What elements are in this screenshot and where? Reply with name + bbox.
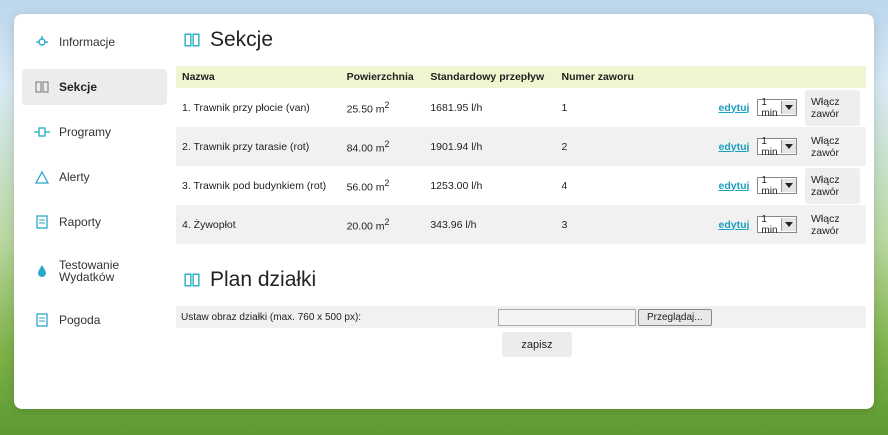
area-value: 20.00 m bbox=[346, 220, 385, 233]
section-name: 4. Żywopłot bbox=[176, 205, 341, 244]
row-actions: edytuj 1 min Włącz zawór bbox=[642, 205, 866, 244]
sidebar-item-raporty[interactable]: Raporty bbox=[22, 204, 167, 240]
duration-value: 1 min bbox=[761, 174, 778, 197]
sidebar-item-alerty[interactable]: Alerty bbox=[22, 159, 167, 195]
valve-on-button[interactable]: Włącz zawór bbox=[804, 89, 860, 126]
sections-icon bbox=[184, 33, 200, 47]
sections-icon bbox=[184, 273, 200, 287]
sidebar-item-sekcje[interactable]: Sekcje bbox=[22, 69, 167, 105]
page-title: Sekcje bbox=[210, 28, 274, 51]
browse-button[interactable]: Przeglądaj... bbox=[638, 308, 712, 326]
weather-icon bbox=[34, 312, 50, 328]
table-header-row: Nazwa Powierzchnia Standardowy przepływ … bbox=[176, 66, 866, 88]
area-unit-sup: 2 bbox=[384, 99, 390, 110]
table-row: 4. Żywopłot 20.00 m2 343.96 l/h 3 edytuj… bbox=[176, 205, 866, 244]
chevron-down-icon bbox=[780, 179, 796, 192]
duration-value: 1 min bbox=[761, 213, 778, 236]
column-header: Standardowy przepływ bbox=[424, 66, 556, 88]
section-name: 3. Trawnik pod budynkiem (rot) bbox=[182, 179, 327, 192]
column-header: Nazwa bbox=[176, 66, 341, 88]
section-area: 20.00 m2 bbox=[340, 205, 425, 244]
table-row: 3. Trawnik pod budynkiem (rot) 56.00 m2 … bbox=[176, 166, 866, 205]
plan-upload-row: Ustaw obraz działki (max. 760 x 500 px):… bbox=[176, 306, 866, 328]
sidebar-item-informacje[interactable]: Informacje bbox=[22, 24, 167, 60]
column-header bbox=[642, 66, 866, 88]
section-area: 84.00 m2 bbox=[340, 127, 425, 166]
section-name: 1. Trawnik przy płocie (van) bbox=[182, 101, 310, 114]
sidebar-item-programy[interactable]: Programy bbox=[22, 114, 167, 150]
row-actions: edytuj 1 min Włącz zawór bbox=[642, 88, 866, 127]
sidebar-item-label: Pogoda bbox=[59, 313, 101, 327]
area-unit-sup: 2 bbox=[384, 138, 390, 149]
file-path-input[interactable] bbox=[498, 308, 636, 326]
sidebar-item-label: Sekcje bbox=[59, 80, 98, 94]
edit-link[interactable]: edytuj bbox=[718, 141, 749, 153]
main-content: Sekcje Nazwa Powierzchnia Standardowy pr… bbox=[176, 24, 866, 328]
row-actions: edytuj 1 min Włącz zawór bbox=[642, 166, 866, 205]
section-flow: 1681.95 l/h bbox=[430, 101, 483, 114]
duration-value: 1 min bbox=[761, 135, 778, 158]
upload-label: Ustaw obraz działki (max. 760 x 500 px): bbox=[181, 311, 362, 323]
sections-icon bbox=[34, 79, 50, 95]
plan-title: Plan działki bbox=[210, 268, 317, 291]
report-icon bbox=[34, 214, 50, 230]
sidebar-item-label: Raporty bbox=[59, 215, 102, 229]
sidebar-item-testowanie-wydatkow[interactable]: Testowanie Wydatków bbox=[22, 249, 167, 293]
edit-link[interactable]: edytuj bbox=[718, 102, 749, 114]
section-flow: 1253.00 l/h bbox=[430, 179, 483, 192]
section-name: 2. Trawnik przy tarasie (rot) bbox=[176, 127, 341, 166]
section-area: 56.00 m2 bbox=[341, 166, 425, 205]
programs-icon bbox=[34, 124, 50, 140]
valve-on-button[interactable]: Włącz zawór bbox=[804, 167, 860, 204]
section-valve: 2 bbox=[555, 127, 643, 166]
column-header: Powierzchnia bbox=[340, 66, 425, 88]
duration-select[interactable]: 1 min bbox=[757, 135, 797, 158]
section-flow: 343.96 l/h bbox=[424, 205, 556, 244]
area-unit-sup: 2 bbox=[384, 216, 390, 227]
chevron-down-icon bbox=[780, 218, 796, 231]
sidebar-item-pogoda[interactable]: Pogoda bbox=[22, 302, 167, 338]
area-value: 25.50 m bbox=[346, 103, 385, 116]
save-button[interactable]: zapisz bbox=[502, 332, 572, 357]
area-value: 56.00 m bbox=[346, 181, 385, 194]
water-drop-icon bbox=[34, 263, 50, 279]
sidebar-item-label: Programy bbox=[59, 125, 112, 139]
edit-link[interactable]: edytuj bbox=[718, 219, 749, 231]
plan-header: Plan działki bbox=[176, 264, 866, 296]
chevron-down-icon bbox=[780, 101, 796, 114]
section-valve: 3 bbox=[555, 205, 643, 244]
table-row: 2. Trawnik przy tarasie (rot) 84.00 m2 1… bbox=[176, 127, 866, 166]
valve-on-button[interactable]: Włącz zawór bbox=[805, 129, 860, 165]
section-area: 25.50 m2 bbox=[341, 88, 425, 127]
chevron-down-icon bbox=[780, 140, 796, 153]
area-value: 84.00 m bbox=[346, 142, 385, 155]
main-panel: Informacje Sekcje Programy Alerty Raport… bbox=[14, 14, 874, 409]
row-actions: edytuj 1 min Włącz zawór bbox=[642, 127, 866, 166]
duration-select[interactable]: 1 min bbox=[757, 174, 797, 197]
duration-select[interactable]: 1 min bbox=[757, 213, 797, 236]
sidebar-item-label: Informacje bbox=[59, 35, 116, 49]
section-valve: 1 bbox=[561, 101, 568, 114]
section-flow: 1901.94 l/h bbox=[424, 127, 556, 166]
alert-icon bbox=[34, 169, 50, 185]
table-row: 1. Trawnik przy płocie (van) 25.50 m2 16… bbox=[176, 88, 866, 127]
sections-header: Sekcje bbox=[176, 24, 866, 56]
column-header: Numer zaworu bbox=[555, 66, 643, 88]
sections-table: Nazwa Powierzchnia Standardowy przepływ … bbox=[176, 66, 866, 244]
sidebar-item-label: Testowanie Wydatków bbox=[59, 258, 120, 284]
area-unit-sup: 2 bbox=[384, 177, 390, 188]
sidebar-item-label: Alerty bbox=[59, 170, 90, 184]
edit-link[interactable]: edytuj bbox=[718, 180, 749, 192]
info-icon bbox=[34, 34, 50, 50]
duration-value: 1 min bbox=[761, 96, 778, 119]
section-valve: 4 bbox=[561, 179, 568, 192]
sidebar: Informacje Sekcje Programy Alerty Raport… bbox=[22, 24, 167, 347]
valve-on-button[interactable]: Włącz zawór bbox=[805, 207, 860, 243]
duration-select[interactable]: 1 min bbox=[757, 96, 797, 119]
